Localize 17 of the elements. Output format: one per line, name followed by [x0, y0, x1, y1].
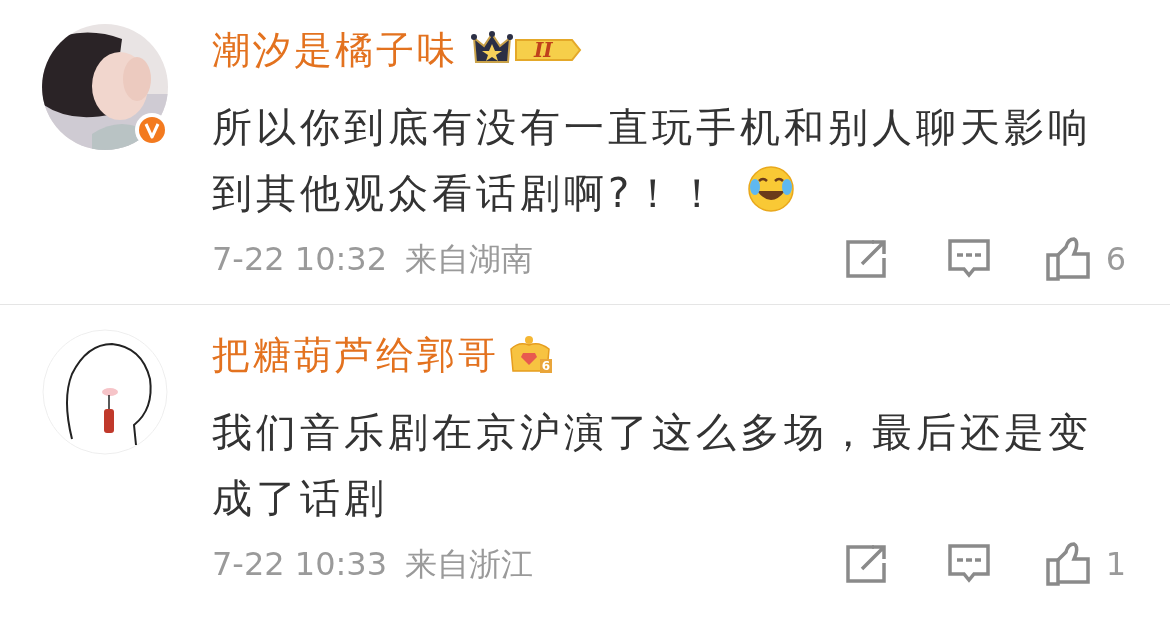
- comment-icon[interactable]: [947, 239, 990, 279]
- level-badge: II: [468, 30, 584, 70]
- like-count: 1: [1105, 544, 1126, 585]
- thumbs-up-icon[interactable]: [1045, 542, 1092, 586]
- like-count: 6: [1105, 239, 1126, 280]
- comment-time: 7-22 10:32: [212, 239, 387, 280]
- comment-time: 7-22 10:33: [212, 544, 387, 585]
- username[interactable]: 潮汐是橘子味: [212, 21, 458, 79]
- share-icon[interactable]: [845, 240, 888, 278]
- comment-text: 我们音乐剧在京沪演了这么多场，最后还是变成了话剧: [212, 408, 1093, 523]
- comment-location: 来自浙江: [405, 544, 533, 585]
- username[interactable]: 把糖葫芦给郭哥: [212, 326, 499, 384]
- share-icon[interactable]: [845, 545, 888, 583]
- thumbs-up-icon[interactable]: [1045, 237, 1092, 281]
- comment-location: 来自湖南: [405, 239, 533, 280]
- comment-text: 所以你到底有没有一直玩手机和别人聊天影响到其他观众看话剧啊?！！: [212, 103, 1093, 218]
- comment-icon[interactable]: [947, 544, 990, 584]
